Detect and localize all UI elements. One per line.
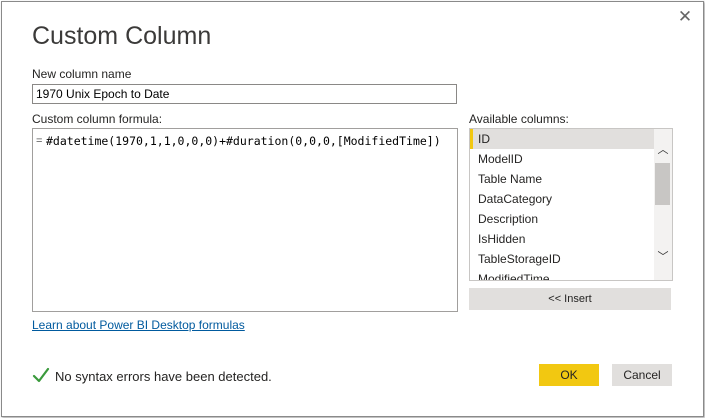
- columns-scrollbar[interactable]: ︿ ﹀: [654, 129, 672, 280]
- column-item-modifiedtime[interactable]: ModifiedTime: [470, 269, 662, 280]
- custom-column-dialog: ✕ Custom Column New column name 1970 Uni…: [1, 1, 704, 417]
- scrollbar-thumb[interactable]: [655, 163, 670, 205]
- available-columns-label: Available columns:: [469, 112, 569, 126]
- insert-button[interactable]: << Insert: [469, 288, 671, 310]
- column-item-id[interactable]: ID: [470, 129, 662, 149]
- chevron-up-icon[interactable]: ︿: [654, 142, 672, 159]
- formula-editor[interactable]: = #datetime(1970,1,1,0,0,0)+#duration(0,…: [32, 128, 458, 312]
- checkmark-icon: [32, 367, 50, 383]
- column-item-ishidden[interactable]: IsHidden: [470, 229, 662, 249]
- cancel-button[interactable]: Cancel: [612, 364, 672, 386]
- learn-formulas-link[interactable]: Learn about Power BI Desktop formulas: [32, 318, 245, 332]
- available-columns-list[interactable]: ID ModelID Table Name DataCategory Descr…: [469, 128, 673, 281]
- formula-label: Custom column formula:: [32, 112, 163, 126]
- new-column-name-label: New column name: [32, 67, 132, 81]
- formula-text[interactable]: #datetime(1970,1,1,0,0,0)+#duration(0,0,…: [46, 134, 441, 148]
- new-column-name-input[interactable]: 1970 Unix Epoch to Date: [32, 84, 457, 104]
- column-item-datacategory[interactable]: DataCategory: [470, 189, 662, 209]
- formula-equals-sign: =: [36, 135, 43, 147]
- close-icon[interactable]: ✕: [675, 7, 695, 27]
- syntax-status-text: No syntax errors have been detected.: [55, 369, 272, 384]
- column-item-modelid[interactable]: ModelID: [470, 149, 662, 169]
- dialog-title: Custom Column: [32, 22, 212, 50]
- column-item-description[interactable]: Description: [470, 209, 662, 229]
- ok-button[interactable]: OK: [539, 364, 599, 386]
- column-item-tablestorageid[interactable]: TableStorageID: [470, 249, 662, 269]
- chevron-down-icon[interactable]: ﹀: [654, 249, 672, 266]
- column-item-table-name[interactable]: Table Name: [470, 169, 662, 189]
